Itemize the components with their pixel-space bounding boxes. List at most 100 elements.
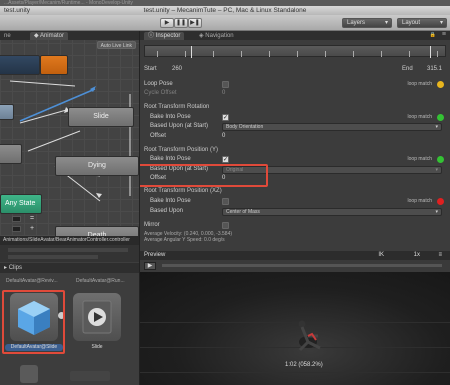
rotation-header: Root Transform Rotation — [144, 104, 210, 110]
ik-toggle[interactable]: IK — [378, 251, 384, 260]
preview-title: Preview — [144, 252, 166, 258]
project-folder-tree — [0, 245, 139, 262]
highlight-box-asset — [2, 290, 65, 354]
loop-pose-checkbox[interactable] — [222, 81, 229, 88]
end-marker[interactable] — [430, 46, 431, 58]
state-node-small[interactable] — [0, 104, 14, 120]
tab-navigation-label: Navigation — [205, 33, 234, 39]
position-y-header: Root Transform Position (Y) — [144, 147, 219, 153]
layers-dropdown[interactable]: Layers ▾ — [342, 18, 392, 28]
pause-button[interactable]: ❚❚ — [174, 18, 188, 28]
chevron-down-icon: ▾ — [435, 167, 438, 173]
loop-pose-label: Loop Pose — [144, 81, 173, 87]
parameter-value-box[interactable] — [12, 216, 21, 222]
position-xz-loop-match-label: loop match — [407, 198, 432, 204]
bottom-asset-row — [70, 371, 110, 381]
chevron-down-icon: ▾ — [435, 209, 438, 215]
position-y-bake-checkbox[interactable]: ✓ — [222, 156, 229, 163]
clip-thumbnail — [73, 293, 121, 341]
chevron-down-icon: ▾ — [384, 20, 388, 26]
position-xz-header: Root Transform Position (XZ) — [144, 188, 222, 194]
parameter-value-box[interactable] — [12, 226, 21, 232]
start-marker[interactable] — [191, 46, 192, 58]
play-button[interactable]: ▶ — [160, 18, 174, 28]
unity-editor: ...Assets/Player/Mecanim/Runtime... - Mo… — [0, 0, 450, 385]
main-toolbar: ▶ ❚❚ ▶❚ Layers ▾ Layout ▾ — [0, 15, 450, 31]
state-node-slide[interactable]: Slide — [68, 107, 134, 127]
parameter-row[interactable]: + — [0, 225, 40, 233]
state-node-dying[interactable]: Dying — [55, 156, 139, 176]
state-node-any-state[interactable]: Any State — [0, 194, 42, 214]
scene-name: test.unity — [4, 7, 31, 14]
mirror-checkbox[interactable] — [222, 222, 229, 229]
position-xz-based-upon-value: Center of Mass — [226, 209, 260, 215]
position-y-loop-match-label: loop match — [407, 156, 432, 162]
step-button[interactable]: ▶❚ — [188, 18, 202, 28]
position-xz-based-upon-dropdown[interactable]: Center of Mass ▾ — [222, 208, 442, 216]
position-xz-bake-label: Bake Into Pose — [150, 198, 191, 204]
timeline-ruler[interactable] — [144, 45, 446, 58]
preview-controls: ▶ — [140, 260, 450, 272]
animation-clip-icon — [82, 300, 112, 334]
position-y-green-indicator — [437, 156, 444, 163]
preview-scrubber[interactable] — [162, 264, 442, 267]
character-model — [298, 320, 321, 352]
rotation-bake-checkbox[interactable]: ✓ — [222, 114, 229, 121]
asset-label-revive[interactable]: DefaultAvatar@Reviv... — [6, 278, 58, 284]
character-thumbnail[interactable] — [20, 365, 38, 383]
preview-header: Preview IK 1x ≡ — [140, 251, 450, 260]
position-xz-based-upon-label: Based Upon — [150, 208, 184, 214]
state-node-default[interactable] — [40, 55, 68, 75]
preview-panel: Preview IK 1x ≡ ▶ 1:02 (058.2%) — [140, 245, 450, 385]
preview-play-button[interactable]: ▶ — [144, 262, 156, 270]
rotation-offset-value[interactable]: 0 — [222, 132, 225, 141]
clips-label: Clips — [8, 265, 23, 271]
rotation-based-upon-label: Based Upon (at Start) — [150, 123, 209, 129]
cycle-offset-value[interactable]: 0 — [222, 89, 225, 98]
speed-label[interactable]: 1x — [414, 251, 420, 260]
average-angular-speed: Average Angular Y Speed: 0.0 deg/s — [144, 237, 225, 243]
rotation-offset-label: Offset — [150, 133, 166, 139]
preview-time: 1:02 (058.2%) — [285, 362, 323, 368]
state-node-left[interactable] — [0, 144, 22, 164]
parameter-row[interactable]: = — [0, 215, 40, 223]
loop-match-label: loop match — [407, 81, 432, 87]
position-xz-bake-checkbox[interactable] — [222, 198, 229, 205]
start-value[interactable]: 260 — [172, 65, 182, 74]
tab-inspector[interactable]: ⓘ Inspector — [144, 32, 185, 40]
cycle-offset-label: Cycle Offset — [144, 90, 177, 96]
asset-slide-clip[interactable]: Slide — [68, 290, 126, 358]
clips-breadcrumb[interactable]: ▸ Clips — [0, 263, 139, 273]
tab-navigation[interactable]: ◈ Navigation — [195, 32, 238, 40]
rotation-loop-match-label: loop match — [407, 114, 432, 120]
rotation-based-upon-dropdown[interactable]: Body Orientation ▾ — [222, 123, 442, 131]
asset-label-slide: Slide — [91, 344, 103, 350]
inspector-tab-bar: ⓘ Inspector ◈ Navigation 🔒 ≡ — [140, 31, 450, 40]
animator-panel: ne ◆ Animator Auto Live Link Slide Dying… — [0, 31, 140, 245]
mirror-label: Mirror — [144, 222, 160, 228]
lock-icon[interactable]: 🔒 — [430, 32, 436, 38]
end-label: End — [402, 66, 413, 72]
highlight-box-position-y — [140, 164, 268, 187]
position-xz-red-indicator — [437, 198, 444, 205]
chevron-down-icon: ▾ — [435, 124, 438, 130]
layout-dropdown[interactable]: Layout ▾ — [397, 18, 447, 28]
asset-label-run[interactable]: DefaultAvatar@Run... — [76, 278, 125, 284]
project-panel: ▸ Clips DefaultAvatar@Reviv... DefaultAv… — [0, 245, 140, 385]
rotation-green-indicator — [437, 114, 444, 121]
parameter-equals-icon: = — [30, 215, 35, 222]
parameter-add-icon[interactable]: + — [30, 225, 34, 233]
position-y-bake-label: Bake Into Pose — [150, 156, 191, 162]
menu-icon[interactable]: ≡ — [442, 31, 446, 38]
state-node-blue[interactable] — [0, 55, 40, 75]
layout-label: Layout — [402, 20, 421, 26]
loop-match-yellow-indicator — [437, 81, 444, 88]
end-value[interactable]: 315.1 — [427, 65, 442, 74]
controller-path: Animations/SlideAvatar/BearAnimatorContr… — [0, 236, 139, 245]
window-title: test.unity – MecanimTute – PC, Mac & Lin… — [143, 7, 307, 14]
menu-icon[interactable]: ≡ — [438, 251, 442, 260]
chevron-down-icon: ▾ — [439, 20, 443, 26]
start-label: Start — [144, 66, 157, 72]
rotation-bake-label: Bake Into Pose — [150, 114, 191, 120]
preview-viewport[interactable] — [140, 272, 450, 385]
